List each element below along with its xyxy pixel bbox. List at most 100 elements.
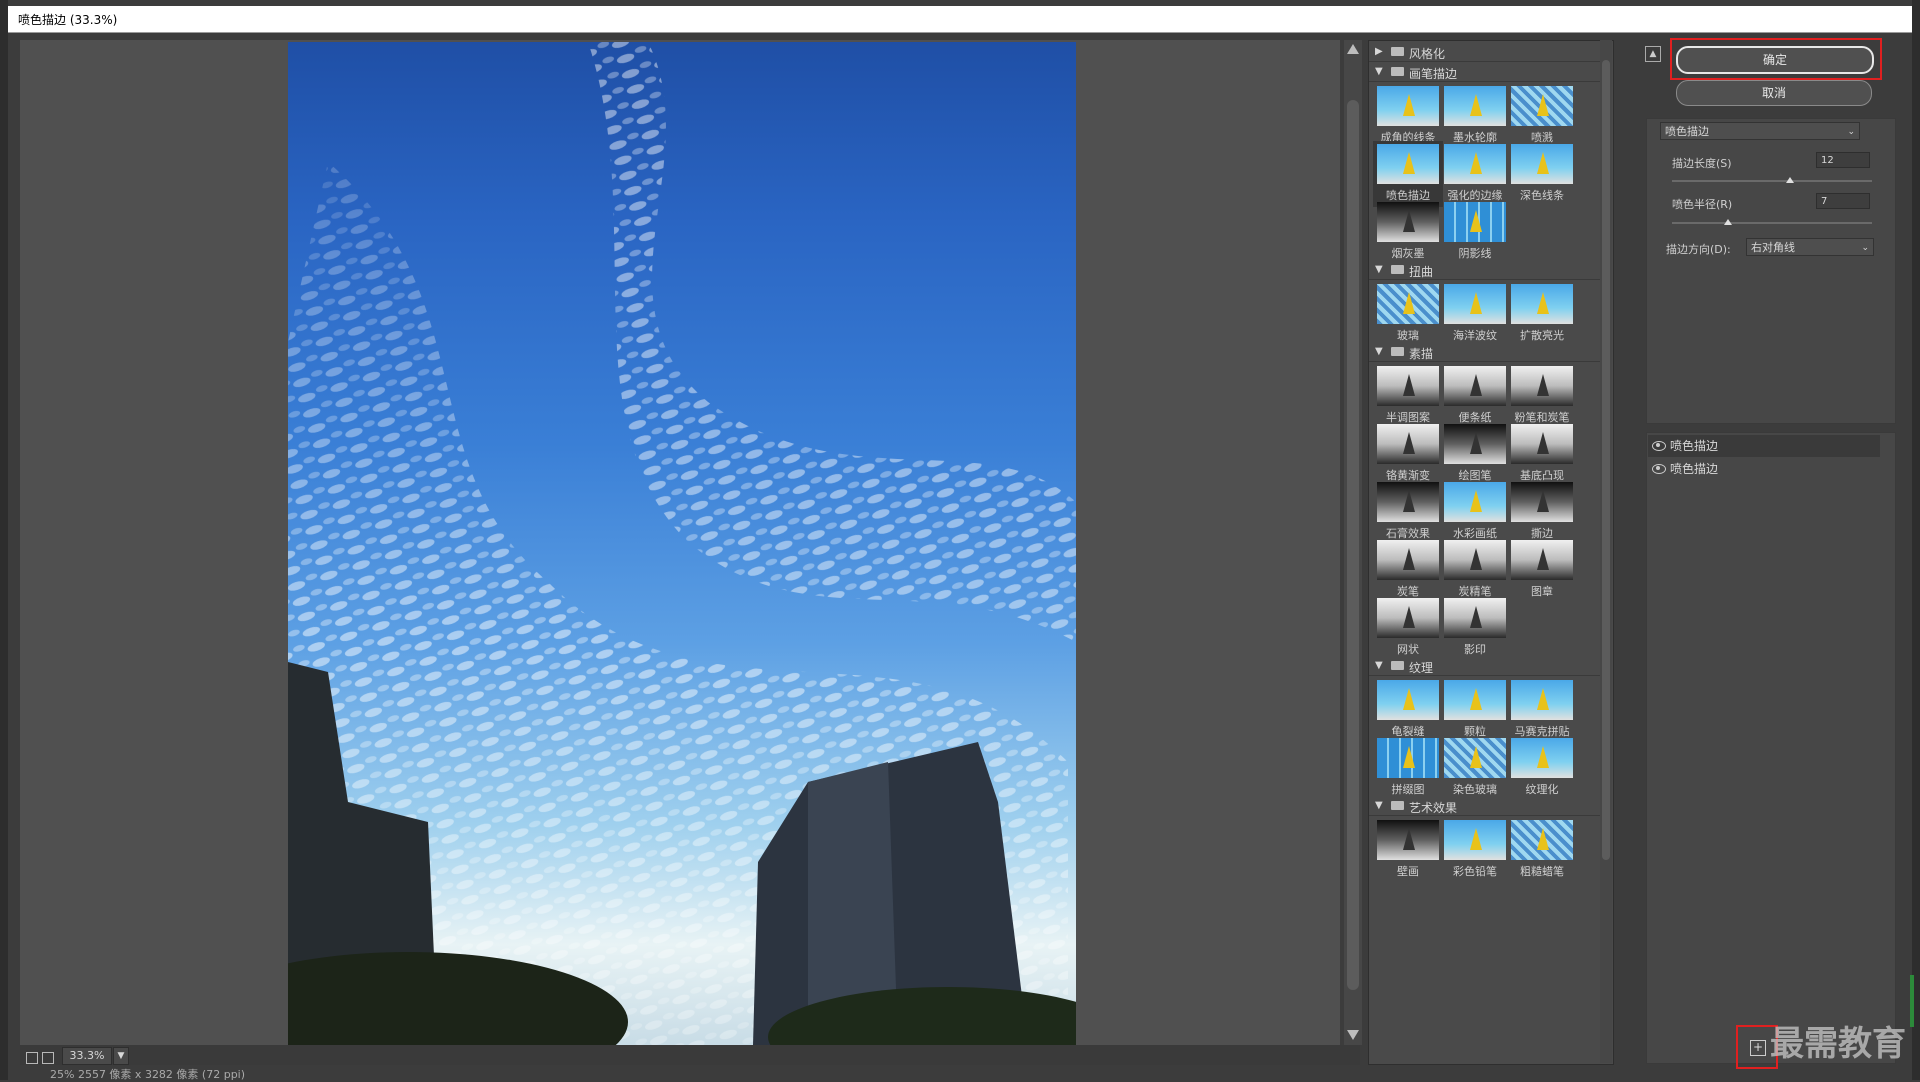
expand-triangle-icon[interactable]: ▼ [1375, 660, 1383, 671]
ok-button[interactable]: 确定 [1676, 46, 1874, 74]
filter-preview-image [1377, 738, 1439, 778]
filter-thumbnail[interactable]: 便条纸 [1440, 363, 1510, 429]
filter-thumbnail[interactable]: 网状 [1373, 595, 1443, 661]
gallery-scrollbar-thumb[interactable] [1602, 60, 1610, 860]
filter-thumbnail-label: 阴影线 [1458, 247, 1492, 260]
filter-thumbnail[interactable]: 炭笔 [1373, 537, 1443, 603]
filter-thumbnail[interactable]: 阴影线 [1440, 199, 1510, 265]
filter-thumbnail[interactable]: 深色线条 [1507, 141, 1577, 207]
filter-thumbnail[interactable]: 强化的边缘 [1440, 141, 1510, 207]
filter-select-value: 喷色描边 [1665, 125, 1709, 138]
folder-icon [1391, 347, 1404, 356]
filter-preview-image [1511, 284, 1573, 324]
filter-thumbnail[interactable]: 彩色铅笔 [1440, 817, 1510, 883]
scroll-down-arrow-icon[interactable] [1347, 1030, 1359, 1040]
expand-triangle-icon[interactable]: ▼ [1375, 346, 1383, 357]
filter-thumbnail[interactable]: 海洋波纹 [1440, 281, 1510, 347]
folder-icon [1391, 47, 1404, 56]
collapse-triangle-icon[interactable]: ▶ [1375, 46, 1383, 57]
preview-scrollbar[interactable] [1344, 40, 1362, 1045]
filter-preview-image [1444, 680, 1506, 720]
fit-view-icon[interactable] [26, 1052, 38, 1064]
visibility-eye-icon[interactable] [1652, 441, 1666, 451]
filter-thumbnail[interactable]: 基底凸现 [1507, 421, 1577, 487]
spray-radius-slider[interactable] [1672, 222, 1872, 224]
gallery-category-header[interactable]: ▼ 艺术效果 [1369, 797, 1601, 816]
filter-preview-image [1444, 86, 1506, 126]
stroke-length-input[interactable]: 12 [1816, 152, 1870, 168]
gallery-category-header[interactable]: ▼ 画笔描边 [1369, 63, 1601, 82]
collapse-gallery-icon[interactable]: ▲ [1645, 46, 1661, 62]
filter-preview-image [1377, 482, 1439, 522]
folder-icon [1391, 67, 1404, 76]
gallery-category-label: 纹理 [1409, 661, 1434, 675]
filter-thumbnail[interactable]: 喷溅 [1507, 83, 1577, 149]
filter-preview-image [1377, 424, 1439, 464]
filter-thumbnail[interactable]: 粉笔和炭笔 [1507, 363, 1577, 429]
gallery-category-header[interactable]: ▶ 风格化 [1369, 43, 1601, 62]
filter-thumbnail[interactable]: 半调图案 [1373, 363, 1443, 429]
actual-size-icon[interactable] [42, 1052, 54, 1064]
filter-thumbnail-label: 海洋波纹 [1453, 329, 1497, 342]
filter-thumbnail[interactable]: 石膏效果 [1373, 479, 1443, 545]
filter-preview-image [1511, 680, 1573, 720]
chevron-down-icon: ⌄ [1847, 127, 1855, 137]
filter-thumbnail[interactable]: 烟灰墨 [1373, 199, 1443, 265]
filter-thumbnail[interactable]: 成角的线条 [1373, 83, 1443, 149]
effect-layer-name: 喷色描边 [1670, 439, 1719, 453]
spray-radius-input[interactable]: 7 [1816, 193, 1870, 209]
visibility-eye-icon[interactable] [1652, 464, 1666, 474]
gallery-scrollbar[interactable] [1600, 40, 1612, 1063]
filter-thumbnail[interactable]: 龟裂缝 [1373, 677, 1443, 743]
filter-thumbnail[interactable]: 粗糙蜡笔 [1507, 817, 1577, 883]
gallery-category-header[interactable]: ▼ 扭曲 [1369, 261, 1601, 280]
folder-icon [1391, 265, 1404, 274]
expand-triangle-icon[interactable]: ▼ [1375, 800, 1383, 811]
folder-icon [1391, 661, 1404, 670]
filter-thumbnail[interactable]: 马赛克拼贴 [1507, 677, 1577, 743]
spray-radius-knob[interactable] [1724, 219, 1732, 225]
direction-select[interactable]: 右对角线 ⌄ [1746, 238, 1874, 256]
preview-image[interactable] [288, 42, 1076, 1045]
gallery-category-label: 艺术效果 [1409, 801, 1458, 815]
scroll-up-arrow-icon[interactable] [1347, 44, 1359, 54]
cancel-button[interactable]: 取消 [1676, 80, 1872, 106]
expand-triangle-icon[interactable]: ▼ [1375, 264, 1383, 275]
filter-thumbnail[interactable]: 绘图笔 [1440, 421, 1510, 487]
filter-thumbnail[interactable]: 扩散亮光 [1507, 281, 1577, 347]
filter-thumbnail[interactable]: 撕边 [1507, 479, 1577, 545]
filter-thumbnail[interactable]: 影印 [1440, 595, 1510, 661]
gallery-category-label: 素描 [1409, 347, 1434, 361]
status-bar [20, 1045, 1360, 1065]
title-bar: 喷色描边 (33.3%) [8, 6, 1912, 33]
effect-layer-row[interactable]: 喷色描边 [1648, 435, 1880, 457]
filter-thumbnail[interactable]: 炭精笔 [1440, 537, 1510, 603]
filter-thumbnail[interactable]: 壁画 [1373, 817, 1443, 883]
filter-thumbnail[interactable]: 纹理化 [1507, 735, 1577, 801]
stroke-length-knob[interactable] [1786, 177, 1794, 183]
filter-preview-image [1444, 820, 1506, 860]
filter-thumbnail[interactable]: 图章 [1507, 537, 1577, 603]
zoom-dropdown-icon[interactable]: ▼ [113, 1047, 129, 1065]
filter-thumbnail[interactable]: 颗粒 [1440, 677, 1510, 743]
filter-select[interactable]: 喷色描边 ⌄ [1660, 122, 1860, 140]
new-effect-layer-icon[interactable]: + [1750, 1040, 1766, 1056]
filter-preview-image [1444, 424, 1506, 464]
filter-thumbnail[interactable]: 水彩画纸 [1440, 479, 1510, 545]
right-indicator [1910, 975, 1914, 1027]
scrollbar-thumb[interactable] [1347, 100, 1359, 990]
stroke-length-slider[interactable] [1672, 180, 1872, 182]
filter-thumbnail[interactable]: 墨水轮廓 [1440, 83, 1510, 149]
filter-thumbnail[interactable]: 玻璃 [1373, 281, 1443, 347]
left-edge [0, 0, 8, 1080]
effect-layer-row[interactable]: 喷色描边 [1648, 458, 1880, 480]
filter-thumbnail[interactable]: 铬黄渐变 [1373, 421, 1443, 487]
gallery-category-header[interactable]: ▼ 素描 [1369, 343, 1601, 362]
filter-thumbnail[interactable]: 喷色描边 [1373, 141, 1443, 207]
filter-thumbnail[interactable]: 染色玻璃 [1440, 735, 1510, 801]
zoom-field[interactable]: 33.3% [62, 1047, 112, 1065]
filter-preview-image [1511, 424, 1573, 464]
filter-thumbnail[interactable]: 拼缀图 [1373, 735, 1443, 801]
gallery-category-header[interactable]: ▼ 纹理 [1369, 657, 1601, 676]
expand-triangle-icon[interactable]: ▼ [1375, 66, 1383, 77]
